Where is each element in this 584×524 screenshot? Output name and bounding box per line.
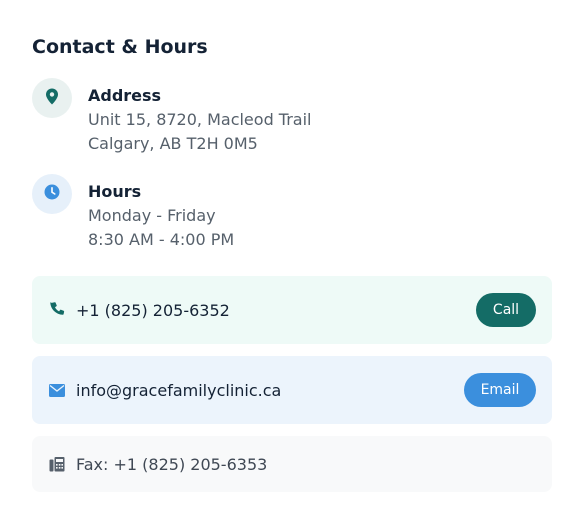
email-button[interactable]: Email xyxy=(464,373,536,407)
hours-row: Hours Monday - Friday 8:30 AM - 4:00 PM xyxy=(32,174,552,252)
hours-days: Monday - Friday xyxy=(88,206,216,225)
fax-icon xyxy=(48,455,66,473)
hours-label: Hours xyxy=(88,182,142,201)
address-label: Address xyxy=(88,86,162,105)
phone-row: +1 (825) 205-6352 Call xyxy=(32,276,552,344)
address-text: Address Unit 15, 8720, Macleod Trail Cal… xyxy=(88,84,312,156)
email-address: info@gracefamilyclinic.ca xyxy=(76,380,282,400)
call-button[interactable]: Call xyxy=(476,293,536,327)
phone-icon xyxy=(48,301,66,319)
fax-row: Fax: +1 (825) 205-6353 xyxy=(32,436,552,492)
hours-time: 8:30 AM - 4:00 PM xyxy=(88,230,235,249)
hours-text: Hours Monday - Friday 8:30 AM - 4:00 PM xyxy=(88,180,234,252)
fax-number: Fax: +1 (825) 205-6353 xyxy=(76,454,268,474)
address-icon-circle xyxy=(32,78,72,118)
hours-icon-circle xyxy=(32,174,72,214)
section-title: Contact & Hours xyxy=(32,36,208,58)
contact-hours-card: Contact & Hours Address Unit 15, 8720, M… xyxy=(0,0,584,524)
clock-icon xyxy=(44,184,60,204)
location-pin-icon xyxy=(45,88,59,109)
address-line-2: Calgary, AB T2H 0M5 xyxy=(88,134,258,153)
address-row: Address Unit 15, 8720, Macleod Trail Cal… xyxy=(32,78,552,156)
phone-number: +1 (825) 205-6352 xyxy=(76,300,230,320)
email-row: info@gracefamilyclinic.ca Email xyxy=(32,356,552,424)
envelope-icon xyxy=(48,381,66,399)
address-line-1: Unit 15, 8720, Macleod Trail xyxy=(88,110,312,129)
